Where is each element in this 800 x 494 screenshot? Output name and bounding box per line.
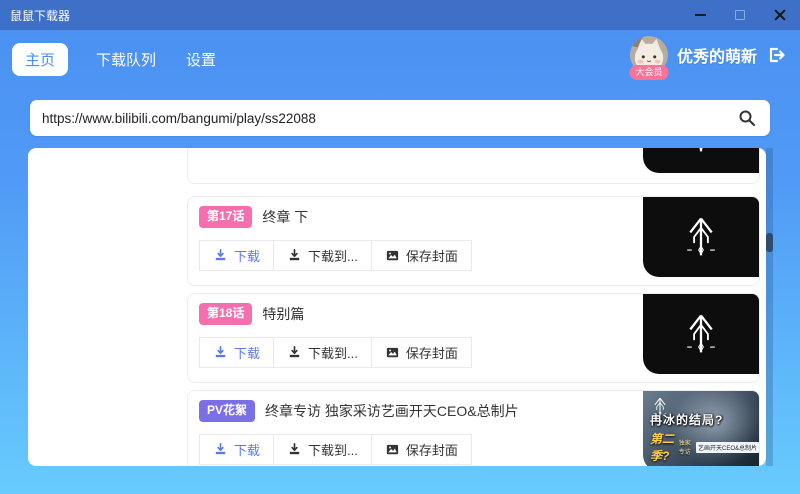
download-to-button[interactable]: 下载到... [274,241,372,270]
download-to-label: 下载到... [308,440,358,459]
episode-title: 终章 下 [262,207,308,227]
download-button[interactable]: 下载 [200,435,274,464]
download-to-button[interactable]: 下载到... [274,435,372,464]
image-icon [385,442,400,457]
download-icon [213,248,228,263]
tab-home[interactable]: 主页 [12,43,68,76]
promo-tag-label: 独家专访 [679,438,693,456]
download-icon [287,345,302,360]
url-input[interactable] [42,111,736,126]
minimize-icon [695,14,706,16]
close-button[interactable] [760,0,800,30]
episode-badge: 第17话 [199,206,252,228]
episode-thumbnail [643,294,759,374]
user-area: 大会员 优秀的萌新 [630,36,786,74]
url-bar [30,100,770,136]
download-icon [213,442,228,457]
download-icon [287,248,302,263]
scrollbar-track[interactable] [766,148,773,466]
promo-caption-label: 艺画开天CEO&总制片 [696,442,759,453]
lingcage-logo-icon [678,214,724,260]
promo-headline: 冉冰的结局? [650,411,759,428]
save-cover-label: 保存封面 [406,440,458,459]
vip-badge: 大会员 [629,65,668,80]
download-icon [213,345,228,360]
episode-thumbnail [643,197,759,277]
episode-badge: 第18话 [199,303,252,325]
action-button-group: 下载 下载到... 保存封面 [199,434,472,465]
promo-subline: 第二季? 独家专访 艺画开天CEO&总制片 [650,430,759,464]
lingcage-logo-icon [678,148,724,156]
download-to-button[interactable]: 下载到... [274,338,372,367]
episode-list-panel: 下载 下载到... 保存封面 第17话 终章 下 [28,148,766,466]
search-icon[interactable] [736,107,758,129]
app-window: 鼠鼠下载器 主页 下载队列 设置 [0,0,800,494]
titlebar: 鼠鼠下载器 [0,0,800,30]
tab-download-queue[interactable]: 下载队列 [94,43,158,76]
avatar-wrap: 大会员 [630,36,668,74]
maximize-icon [735,10,745,20]
save-cover-label: 保存封面 [406,343,458,362]
save-cover-button[interactable]: 保存封面 [372,241,471,270]
episode-card: 第18话 特别篇 下载 下载到... 保存封面 [187,293,760,383]
download-icon [287,442,302,457]
minimize-button[interactable] [680,0,720,30]
episode-card: 下载 下载到... 保存封面 [187,148,760,184]
scrollbar-thumb[interactable] [766,233,773,252]
download-button[interactable]: 下载 [200,338,274,367]
action-button-group: 下载 下载到... 保存封面 [199,337,472,368]
episode-card: PV花絮 终章专访 独家采访艺画开天CEO&总制片 下载 下载到... 保存封面 [187,390,760,466]
promo-season-label: 第二季? [650,430,676,464]
image-icon [385,345,400,360]
nav-tabs: 主页 下载队列 设置 [12,43,218,76]
action-button-group: 下载 下载到... 保存封面 [199,240,472,271]
download-to-label: 下载到... [308,343,358,362]
episode-title: 特别篇 [262,304,304,324]
lingcage-logo-icon [678,311,724,357]
tab-settings[interactable]: 设置 [184,43,218,76]
close-icon [774,9,786,21]
episode-card: 第17话 终章 下 下载 下载到... 保存封面 [187,196,760,286]
episode-thumbnail-promo: 冉冰的结局? 第二季? 独家专访 艺画开天CEO&总制片 [643,391,759,466]
save-cover-label: 保存封面 [406,246,458,265]
promo-text: 冉冰的结局? 第二季? 独家专访 艺画开天CEO&总制片 [650,411,759,464]
download-label: 下载 [234,246,260,265]
episode-badge: PV花絮 [199,400,255,422]
episode-thumbnail [643,148,759,173]
window-controls [680,0,800,30]
download-to-label: 下载到... [308,246,358,265]
download-button[interactable]: 下载 [200,241,274,270]
download-label: 下载 [234,440,260,459]
episode-title: 终章专访 独家采访艺画开天CEO&总制片 [265,401,519,421]
save-cover-button[interactable]: 保存封面 [372,435,471,464]
download-label: 下载 [234,343,260,362]
logout-icon[interactable] [766,45,786,65]
window-title: 鼠鼠下载器 [0,7,70,24]
save-cover-button[interactable]: 保存封面 [372,338,471,367]
maximize-button[interactable] [720,0,760,30]
image-icon [385,248,400,263]
username-label: 优秀的萌新 [677,43,757,67]
